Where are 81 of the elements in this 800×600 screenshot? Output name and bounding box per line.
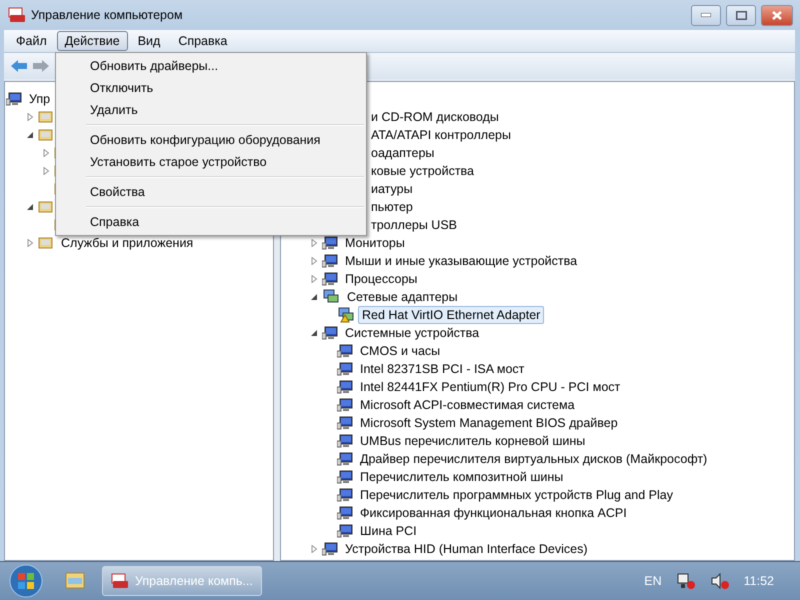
app-icon — [111, 573, 129, 589]
tree-item[interactable]: Службы и приложения — [57, 234, 198, 252]
app-icon — [8, 7, 26, 23]
tree-item[interactable]: Сетевые адаптеры — [343, 288, 462, 306]
computer-icon — [322, 325, 338, 341]
tree-item[interactable]: Мыши и иные указывающие устройства — [341, 252, 582, 270]
device-item[interactable]: Перечислитель композитной шины — [356, 468, 568, 486]
device-item[interactable]: Перечислитель программных устройств Plug and Play — [356, 486, 677, 504]
collapse-arrow-icon[interactable] — [309, 292, 319, 302]
forward-icon[interactable] — [32, 59, 50, 73]
maximize-icon — [736, 10, 746, 20]
device-item[interactable]: CMOS и часы — [356, 342, 444, 360]
device-item[interactable]: Microsoft ACPI-совместимая система — [356, 396, 579, 414]
close-icon — [772, 10, 782, 20]
expand-arrow-icon[interactable] — [309, 256, 319, 266]
tree-item[interactable]: оадаптеры — [367, 144, 438, 162]
expand-arrow-icon[interactable] — [309, 544, 319, 554]
expand-arrow-icon[interactable] — [309, 274, 319, 284]
minimize-button[interactable] — [691, 4, 721, 26]
minimize-icon — [701, 13, 711, 17]
computer-icon — [337, 397, 353, 413]
menu-option[interactable]: Обновить конфигурацию оборудования — [56, 129, 366, 151]
computer-icon — [337, 343, 353, 359]
collapse-arrow-icon[interactable] — [25, 202, 35, 212]
device-item[interactable]: Intel 82371SB PCI - ISA мост — [356, 360, 528, 378]
computer-icon — [337, 379, 353, 395]
device-item[interactable]: Шина PCI — [356, 522, 421, 540]
computer-icon — [337, 487, 353, 503]
tree-item[interactable]: Устройства HID (Human Interface Devices) — [341, 540, 592, 558]
tree-item[interactable]: иатуры — [367, 180, 417, 198]
tree-item[interactable]: Процессоры — [341, 270, 422, 288]
menu-option[interactable]: Отключить — [56, 77, 366, 99]
tree-item[interactable]: Упр — [25, 90, 54, 108]
menu-option[interactable]: Установить старое устройство — [56, 151, 366, 173]
computer-icon — [322, 271, 338, 287]
computer-icon — [322, 541, 338, 557]
network-icon — [322, 289, 340, 305]
network-icon[interactable] — [676, 572, 696, 590]
expand-arrow-icon[interactable] — [309, 238, 319, 248]
device-item[interactable]: Фиксированная функциональная кнопка ACPI — [356, 504, 631, 522]
computer-icon — [337, 361, 353, 377]
menu-item[interactable]: Файл — [8, 31, 55, 51]
computer-icon — [322, 253, 338, 269]
tree-item[interactable]: ковые устройства — [367, 162, 478, 180]
menu-item[interactable]: Справка — [170, 31, 236, 51]
muted-speaker-icon[interactable] — [710, 572, 730, 590]
expand-arrow-icon[interactable] — [41, 166, 51, 176]
expand-arrow-icon[interactable] — [41, 148, 51, 158]
menu-option[interactable]: Справка — [56, 211, 366, 233]
tree-item[interactable]: Системные устройства — [341, 324, 484, 342]
tree-item[interactable]: ATA/ATAPI контроллеры — [367, 126, 515, 144]
computer-icon — [337, 433, 353, 449]
computer-icon — [337, 469, 353, 485]
menu-item[interactable]: Действие — [56, 31, 128, 51]
menu-option[interactable]: Свойства — [56, 181, 366, 203]
computer-icon — [322, 235, 338, 251]
computer-icon — [337, 505, 353, 521]
device-item[interactable]: Intel 82441FX Pentium(R) Pro CPU - PCI мост — [356, 378, 624, 396]
menu-item[interactable]: Вид — [130, 31, 168, 51]
device-item[interactable]: Драйвер перечислителя виртуальных дисков (Майкрософт) — [356, 450, 712, 468]
tree-item[interactable]: пьютер — [367, 198, 417, 216]
menu-option[interactable]: Удалить — [56, 99, 366, 121]
collapse-arrow-icon[interactable] — [25, 130, 35, 140]
device-item[interactable]: Red Hat VirtIO Ethernet Adapter — [358, 306, 544, 324]
expand-arrow-icon[interactable] — [25, 238, 35, 248]
device-item[interactable]: UMBus перечислитель корневой шины — [356, 432, 590, 450]
window-title: Управление компьютером — [31, 8, 184, 22]
collapse-arrow-icon[interactable] — [309, 328, 319, 338]
device-item[interactable]: Microsoft System Management BIOS драйвер — [356, 414, 622, 432]
computer-icon — [337, 415, 353, 431]
close-button[interactable] — [761, 4, 793, 26]
computer-icon — [337, 451, 353, 467]
back-icon[interactable] — [10, 59, 28, 73]
maximize-button[interactable] — [726, 4, 756, 26]
task-label: Управление компь... — [135, 574, 253, 588]
tree-item[interactable]: и CD-ROM дисководы — [367, 108, 503, 126]
tree-item[interactable]: Мониторы — [341, 234, 409, 252]
computer-management-icon — [6, 91, 22, 107]
expand-arrow-icon[interactable] — [25, 112, 35, 122]
tree-item[interactable]: троллеры USB — [367, 216, 462, 234]
computer-icon — [337, 523, 353, 539]
